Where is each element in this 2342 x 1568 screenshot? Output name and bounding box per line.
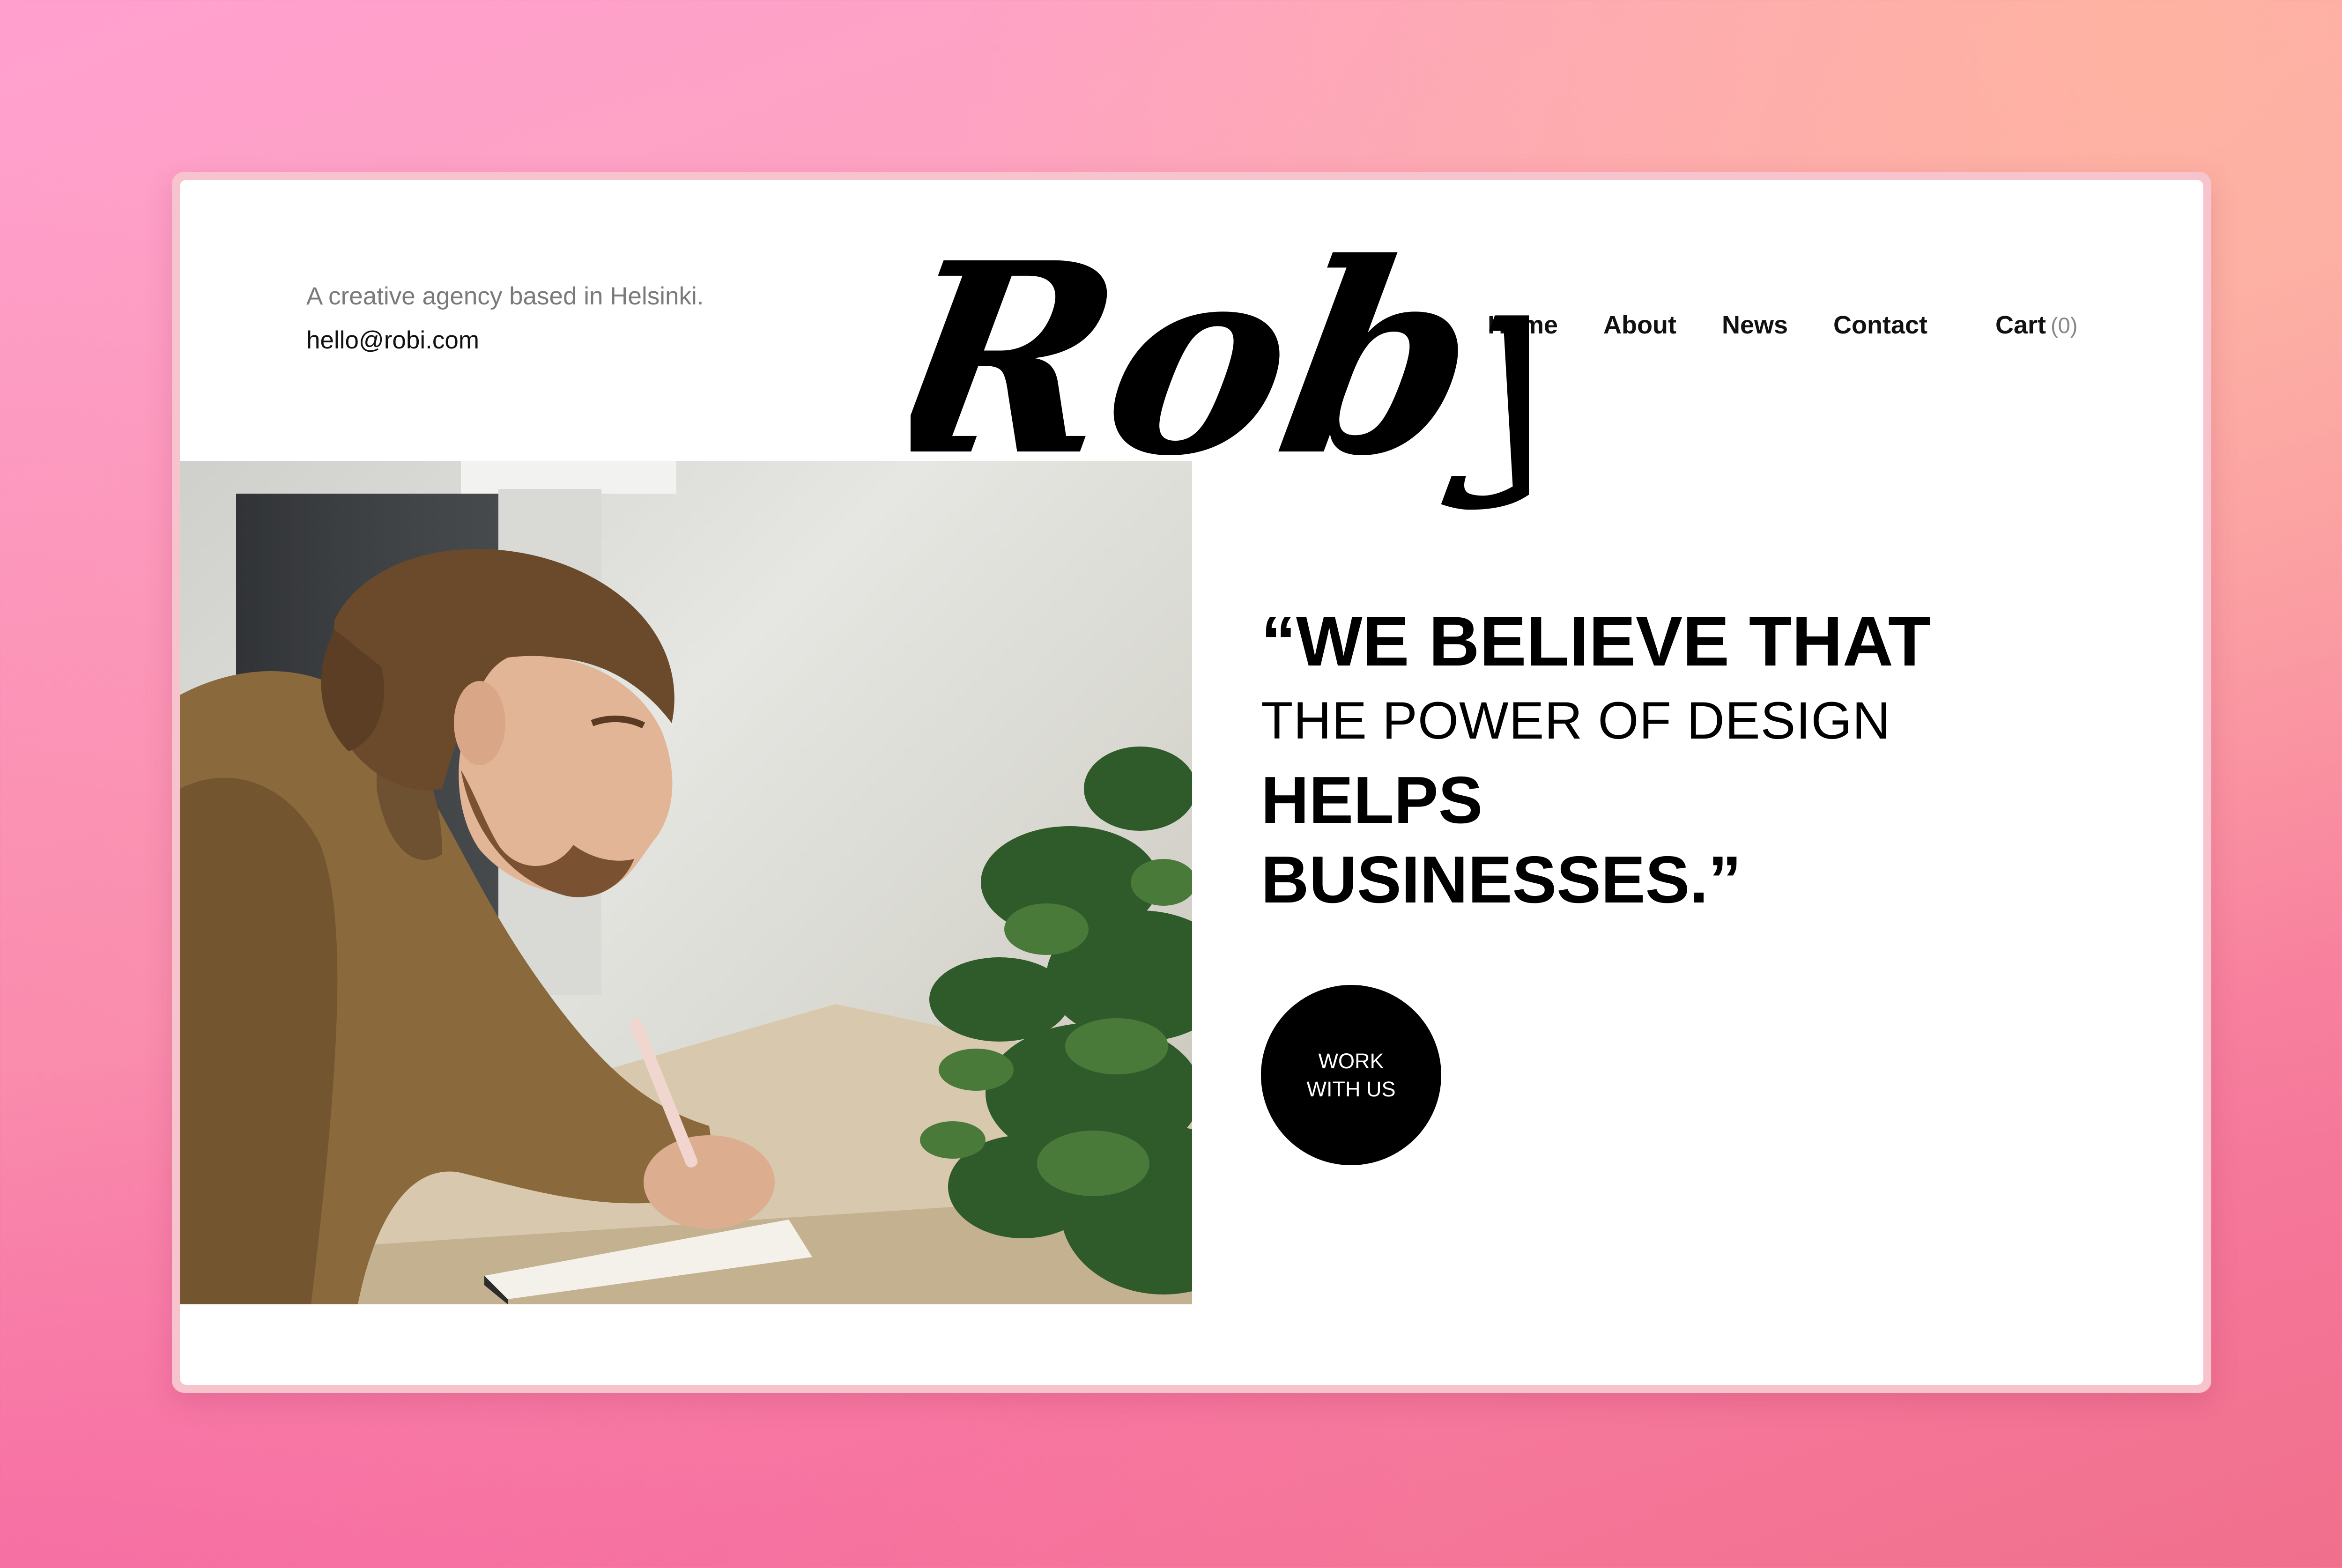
quote-line-3: HELPS [1261,763,1483,837]
nav-contact-link[interactable]: Contact [1833,311,1927,340]
cta-line-1: WORK [1318,1049,1384,1073]
main-nav: Home About News Contact [1488,306,1973,344]
hero-quote: “WE BELIEVE THAT THE POWER OF DESIGN HEL… [1261,601,1931,920]
quote-line-1: “WE BELIEVE THAT [1261,602,1931,680]
quote-line-2: THE POWER OF DESIGN [1261,691,1891,750]
hero-photo [180,461,1192,1304]
nav-news-link[interactable]: News [1722,311,1788,340]
website-page: A creative agency based in Helsinki. hel… [180,180,2203,1385]
cart-label: Cart [1995,311,2046,339]
roby-logo[interactable]: Roby [860,206,1667,526]
cta-line-2: WITH US [1306,1077,1396,1101]
quote-line-4: BUSINESSES.” [1261,843,1742,917]
cart-link[interactable]: Cart (0) [1995,306,2077,344]
cart-count: (0) [2051,312,2078,338]
browser-window: A creative agency based in Helsinki. hel… [172,172,2211,1393]
agency-tagline: A creative agency based in Helsinki. [306,282,704,310]
work-with-us-button[interactable]: WORK WITH US [1261,985,1441,1165]
svg-text:Roby: Roby [911,245,1529,514]
contact-email-link[interactable]: hello@robi.com [306,326,479,355]
nav-about-link[interactable]: About [1603,311,1676,340]
